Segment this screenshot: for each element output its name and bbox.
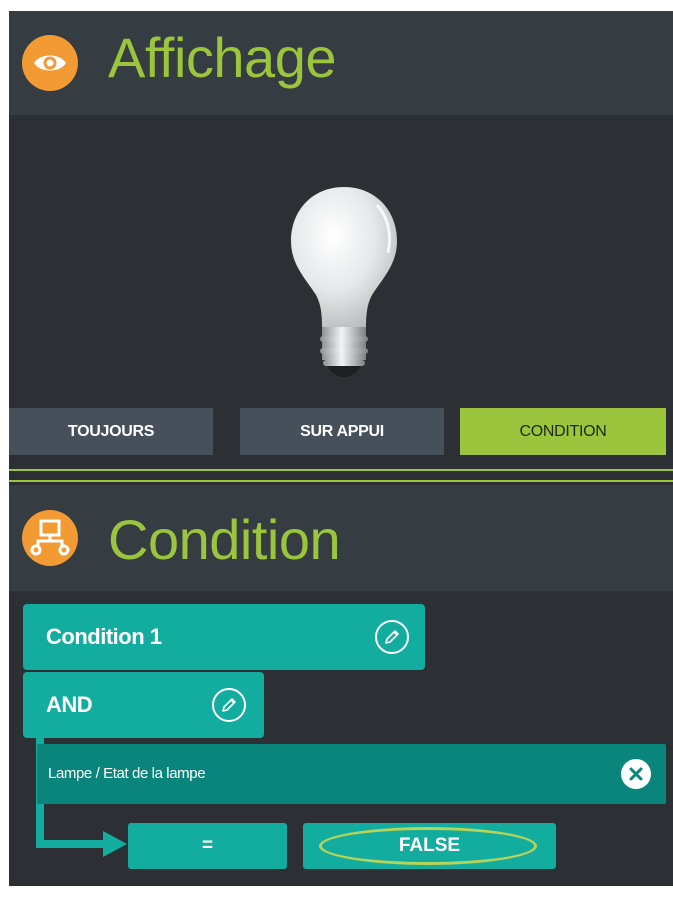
value-label: FALSE (398, 835, 461, 856)
section-divider-bottom (9, 480, 673, 482)
condition-section-header: Condition (9, 485, 673, 591)
close-icon (629, 767, 643, 781)
display-section-title: Affichage (108, 26, 336, 89)
display-section-header: Affichage (9, 11, 673, 115)
flow-diagram-icon (22, 510, 78, 566)
mode-always-button[interactable]: TOUJOURS (9, 408, 213, 455)
condition-block-label: Condition 1 (46, 624, 162, 649)
expression-label: Lampe / Etat de la lampe (48, 765, 206, 782)
remove-expression-button[interactable] (621, 759, 651, 789)
comparator-field[interactable]: = (128, 823, 287, 869)
mode-on-press-button[interactable]: SUR APPUI (240, 408, 444, 455)
condition-block[interactable]: Condition 1 (23, 604, 425, 670)
operator-block-label: AND (46, 692, 93, 717)
value-field[interactable]: FALSE (303, 823, 556, 869)
eye-icon (22, 35, 78, 91)
operator-block[interactable]: AND (23, 672, 264, 738)
edit-operator-icon[interactable] (212, 688, 246, 722)
condition-section-title: Condition (108, 508, 341, 571)
settings-panel: Affichage TOUJOURS SUR APPUI CONDITION C… (9, 11, 673, 886)
expression-row[interactable]: Lampe / Etat de la lampe (37, 744, 666, 804)
mode-condition-button[interactable]: CONDITION (460, 408, 666, 455)
lightbulb-icon (291, 187, 397, 377)
section-divider-top (9, 469, 673, 471)
edit-condition-icon[interactable] (375, 620, 409, 654)
